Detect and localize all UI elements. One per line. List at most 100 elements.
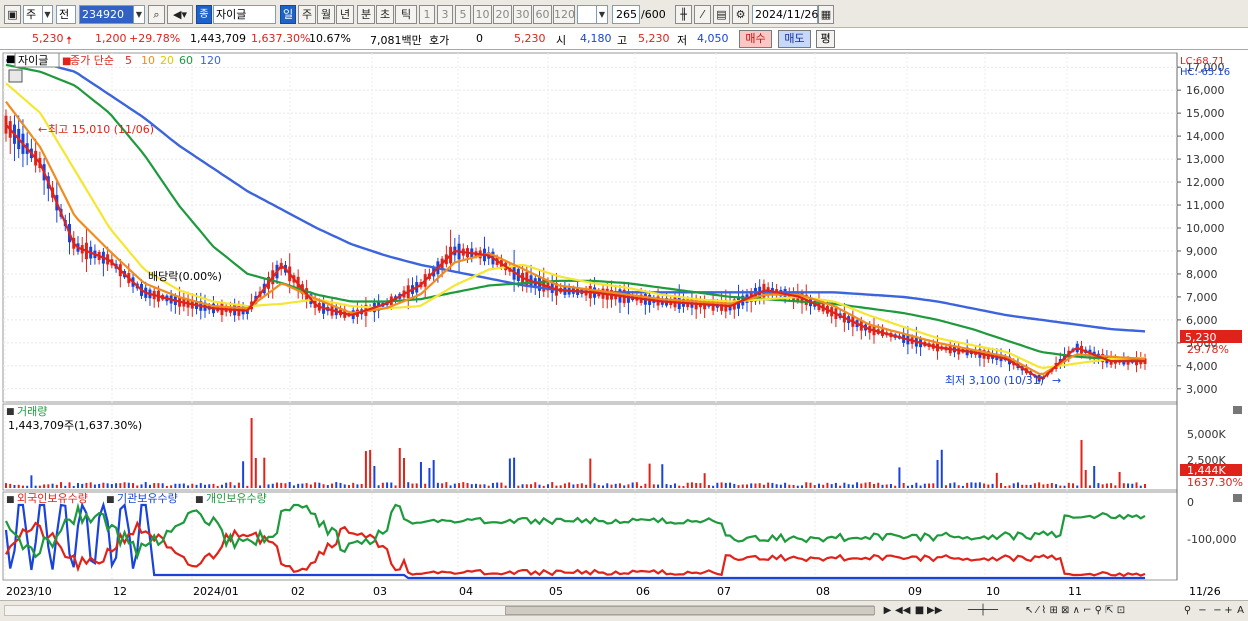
volume-bar bbox=[403, 458, 406, 488]
tab-tick[interactable]: 틱 bbox=[395, 5, 417, 24]
volume-bar bbox=[635, 482, 638, 488]
volume-bar bbox=[280, 482, 283, 488]
volume-bar bbox=[720, 482, 723, 488]
rewind-icon[interactable]: ◀◀ bbox=[895, 604, 910, 619]
minus-icon[interactable]: − bbox=[1195, 604, 1210, 619]
volume-bar bbox=[47, 484, 50, 488]
volume-bar bbox=[966, 482, 969, 488]
high-note: 최고 15,010 (11/06) bbox=[48, 123, 154, 136]
zoom-slider[interactable]: ──┼── bbox=[948, 604, 1018, 619]
volume-bar bbox=[551, 482, 554, 488]
forward-icon[interactable]: ▶▶ bbox=[927, 604, 942, 619]
volume-bar bbox=[254, 458, 257, 488]
period-select[interactable]: 주 bbox=[23, 5, 43, 24]
stock-chart[interactable]: 17,000 16,000 15,000 14,000 13,000 12,000 11,0… bbox=[0, 50, 1248, 600]
volume-bar bbox=[614, 483, 617, 488]
legend-ma60[interactable]: 60 bbox=[179, 54, 193, 67]
tab-week[interactable]: 주 bbox=[298, 5, 316, 24]
scroll-thumb[interactable] bbox=[505, 606, 875, 615]
scroll-track[interactable] bbox=[4, 605, 875, 616]
tab-month[interactable]: 월 bbox=[317, 5, 335, 24]
stock-name[interactable]: 자이글 bbox=[213, 5, 276, 24]
buy-button[interactable]: 매수 bbox=[739, 30, 772, 48]
quote-bar: 5,230 🠅 1,200 +29.78% 1,443,709 1,637.30… bbox=[0, 28, 1248, 50]
close-icon[interactable] bbox=[1233, 494, 1242, 502]
unit-dropdown-icon[interactable]: ▼ bbox=[596, 5, 608, 24]
tab-minute[interactable]: 분 bbox=[357, 5, 375, 24]
volume-bar bbox=[1127, 483, 1130, 488]
volume-bar bbox=[610, 484, 613, 488]
date-input[interactable]: 2024/11/26 bbox=[752, 5, 818, 24]
play-icon[interactable]: ▶ bbox=[880, 604, 895, 619]
market-select[interactable]: 전 bbox=[56, 5, 76, 24]
sell-button[interactable]: 매도 bbox=[778, 30, 811, 48]
eval-button[interactable]: 평 bbox=[816, 30, 835, 48]
x-tick-label: 03 bbox=[373, 585, 387, 598]
count-input[interactable]: 265 bbox=[612, 5, 640, 24]
save-icon[interactable]: ▤ bbox=[713, 5, 730, 24]
name-tag[interactable]: 자이글 bbox=[18, 54, 48, 67]
volume-bar bbox=[364, 451, 367, 488]
foreign-label[interactable]: 외국인보유수량 bbox=[17, 492, 88, 505]
y-tick-label: 12,000 bbox=[1186, 176, 1225, 189]
tab-second[interactable]: 초 bbox=[376, 5, 394, 24]
gear-icon[interactable]: ⚙ bbox=[732, 5, 749, 24]
legend-ma20[interactable]: 20 bbox=[160, 54, 174, 67]
code-input[interactable]: 234920 bbox=[79, 5, 134, 24]
volume-bar bbox=[644, 483, 647, 488]
chevron-down-icon[interactable]: ▼ bbox=[42, 5, 53, 24]
speaker-icon[interactable]: ◀▾ bbox=[167, 5, 193, 24]
legend-ma5[interactable]: 5 bbox=[125, 54, 132, 67]
volume-bar bbox=[98, 483, 101, 488]
chart-canvas[interactable]: 17,00016,00015,00014,00013,00012,00011,0… bbox=[0, 50, 1248, 600]
volume-bar bbox=[585, 484, 588, 488]
minute-30[interactable]: 30 bbox=[513, 5, 532, 24]
code-dropdown-icon[interactable]: ▼ bbox=[133, 5, 145, 24]
volume-bar bbox=[775, 484, 778, 488]
drawing-tools[interactable]: ↖ ⁄ ⌇ ⊞ ⊠ ∧ ⌐ ⚲ ⇱ ⊡ bbox=[1025, 604, 1165, 619]
legend-ma120[interactable]: 120 bbox=[200, 54, 221, 67]
change-value: 1,200 bbox=[95, 32, 127, 45]
minute-3[interactable]: 3 bbox=[437, 5, 453, 24]
volume-bar bbox=[419, 462, 422, 488]
volume-bar bbox=[762, 484, 765, 488]
volume-bar bbox=[424, 483, 427, 488]
search-icon[interactable]: ⌕ bbox=[148, 5, 165, 24]
minute-60[interactable]: 60 bbox=[533, 5, 552, 24]
volume-bar bbox=[1080, 440, 1083, 488]
volume-ratio: 1,637.30% bbox=[251, 32, 311, 45]
volume-bar bbox=[453, 483, 456, 488]
stop-icon[interactable]: ■ bbox=[912, 604, 927, 619]
volume-bar bbox=[1004, 485, 1007, 488]
volume-bar bbox=[987, 484, 990, 488]
zoom-out-icon[interactable]: ⚲ bbox=[1180, 604, 1195, 619]
tab-year[interactable]: 년 bbox=[336, 5, 354, 24]
candle-icon[interactable]: ╫ bbox=[675, 5, 692, 24]
volume-bar bbox=[517, 485, 520, 488]
volume-bar bbox=[174, 483, 177, 488]
minute-5[interactable]: 5 bbox=[455, 5, 471, 24]
calendar-icon[interactable]: ▦ bbox=[818, 5, 834, 24]
volume-bar bbox=[178, 483, 181, 488]
volume-title[interactable]: 거래량 bbox=[17, 405, 47, 418]
volume-bar bbox=[263, 457, 266, 488]
minute-120[interactable]: 120 bbox=[553, 5, 575, 24]
font-icon[interactable]: A bbox=[1233, 604, 1248, 619]
minute-10[interactable]: 10 bbox=[473, 5, 492, 24]
close-icon[interactable] bbox=[1233, 406, 1242, 414]
tab-day[interactable]: 일 bbox=[280, 5, 296, 24]
line-tool-icon[interactable]: ⁄ bbox=[694, 5, 711, 24]
inst-label[interactable]: 기관보유수량 bbox=[117, 492, 178, 505]
minute-1[interactable]: 1 bbox=[419, 5, 435, 24]
volume-bar bbox=[504, 485, 507, 488]
volume-bar bbox=[521, 484, 524, 488]
minute-20[interactable]: 20 bbox=[493, 5, 512, 24]
volume-bar bbox=[809, 482, 812, 488]
table-toggle-icon[interactable] bbox=[8, 69, 23, 83]
legend-title[interactable]: 종가 단순 bbox=[70, 54, 114, 67]
volume-bar bbox=[1063, 485, 1066, 488]
layout-icon[interactable]: ▣ bbox=[4, 5, 21, 24]
indiv-label[interactable]: 개인보유수량 bbox=[206, 492, 267, 505]
volume-bar bbox=[21, 485, 24, 488]
legend-ma10[interactable]: 10 bbox=[141, 54, 155, 67]
